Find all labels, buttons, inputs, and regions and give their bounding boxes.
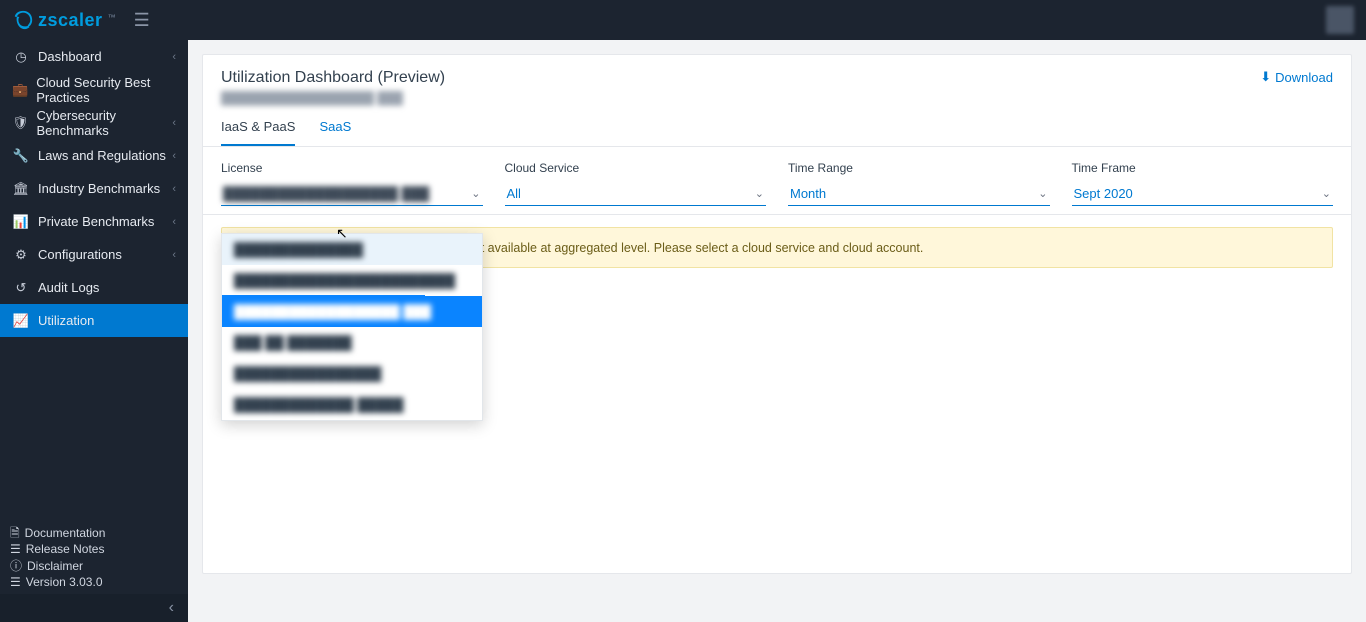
shield-icon: 🛡: [12, 115, 29, 131]
bank-icon: 🏛: [12, 181, 30, 197]
sidebar-item-label: Laws and Regulations: [38, 148, 166, 163]
sidebar-item-industry[interactable]: 🏛 Industry Benchmarks ‹: [0, 172, 188, 205]
download-icon: ⬇: [1260, 69, 1271, 85]
sidebar-item-utilization[interactable]: 📈 Utilization: [0, 304, 188, 337]
cloud-service-value: All: [507, 186, 521, 201]
gauge-icon: ◷: [12, 49, 30, 65]
time-range-value: Month: [790, 186, 826, 201]
footer-version[interactable]: ☰Version 3.03.0: [10, 574, 178, 590]
sidebar-item-label: Industry Benchmarks: [38, 181, 160, 196]
cloud-service-label: Cloud Service: [505, 161, 767, 175]
footer-release-notes[interactable]: ☰Release Notes: [10, 541, 178, 557]
chevron-left-icon: ‹: [172, 117, 176, 129]
time-frame-label: Time Frame: [1072, 161, 1334, 175]
brand-name: zscaler: [38, 10, 103, 31]
sidebar-item-label: Cloud Security Best Practices: [36, 75, 176, 105]
license-select[interactable]: ███████████████████ ███ ⌄: [221, 183, 483, 206]
time-range-select[interactable]: Month ⌄: [788, 183, 1050, 206]
sidebar-item-label: Private Benchmarks: [38, 214, 154, 229]
sidebar-item-label: Audit Logs: [38, 280, 99, 295]
time-frame-value: Sept 2020: [1074, 186, 1133, 201]
bars-icon: 📊: [12, 214, 30, 230]
trademark: ™: [108, 13, 116, 22]
chevron-left-icon: ‹: [172, 183, 176, 195]
license-label: License: [221, 161, 483, 175]
sliders-icon: ⚙: [12, 247, 30, 263]
brand-logo-icon: [12, 9, 34, 31]
sidebar-item-label: Cybersecurity Benchmarks: [37, 108, 173, 138]
utilization-card: Utilization Dashboard (Preview) ████████…: [202, 54, 1352, 574]
page-title: Utilization Dashboard (Preview): [221, 69, 445, 87]
sidebar-item-private[interactable]: 📊 Private Benchmarks ‹: [0, 205, 188, 238]
sidebar-item-label: Utilization: [38, 313, 94, 328]
cloud-service-select[interactable]: All ⌄: [505, 183, 767, 206]
chevron-down-icon: ⌄: [1038, 187, 1047, 200]
doc-icon: 🗎: [10, 525, 20, 541]
footer-documentation[interactable]: 🗎Documentation: [10, 525, 178, 541]
sidebar-collapse[interactable]: ‹: [0, 594, 188, 622]
chevron-down-icon: ⌄: [1322, 187, 1331, 200]
sidebar-item-audit-logs[interactable]: ↺ Audit Logs: [0, 271, 188, 304]
tabs: IaaS & PaaS SaaS: [203, 105, 1351, 147]
brand: zscaler ™: [12, 9, 116, 31]
list-icon: ☰: [10, 541, 21, 557]
license-option[interactable]: ██████████████████ ███: [222, 296, 482, 327]
license-value: ███████████████████ ███: [223, 186, 429, 201]
license-option[interactable]: ███ ██ ███████: [222, 327, 482, 358]
user-avatar[interactable]: [1326, 6, 1354, 34]
nav-list: ◷ Dashboard ‹ 💼 Cloud Security Best Prac…: [0, 40, 188, 337]
filter-cloud-service: Cloud Service All ⌄: [505, 161, 767, 206]
chevron-left-icon: ‹: [169, 599, 174, 617]
license-option[interactable]: █████████████ █████: [222, 389, 482, 420]
footer-disclaimer[interactable]: ⓘDisclaimer: [10, 558, 178, 574]
wrench-icon: 🔧: [12, 148, 30, 164]
license-option[interactable]: ██████████████: [222, 234, 482, 265]
chevron-left-icon: ‹: [172, 150, 176, 162]
line-chart-icon: 📈: [12, 313, 30, 329]
time-frame-select[interactable]: Sept 2020 ⌄: [1072, 183, 1334, 206]
sidebar-item-label: Configurations: [38, 247, 122, 262]
license-option[interactable]: ████████████████████████: [222, 265, 482, 296]
chevron-left-icon: ‹: [172, 51, 176, 63]
chevron-down-icon: ⌄: [471, 187, 480, 200]
license-option[interactable]: ████████████████: [222, 358, 482, 389]
download-button[interactable]: ⬇ Download: [1260, 69, 1333, 85]
time-range-label: Time Range: [788, 161, 1050, 175]
list-icon: ☰: [10, 574, 21, 590]
filter-time-frame: Time Frame Sept 2020 ⌄: [1072, 161, 1334, 206]
sidebar-item-laws[interactable]: 🔧 Laws and Regulations ‹: [0, 139, 188, 172]
chevron-left-icon: ‹: [172, 216, 176, 228]
sidebar-item-dashboard[interactable]: ◷ Dashboard ‹: [0, 40, 188, 73]
filters-bar: License ███████████████████ ███ ⌄ Cloud …: [203, 147, 1351, 215]
filter-license: License ███████████████████ ███ ⌄: [221, 161, 483, 206]
license-dropdown: ██████████████ ████████████████████████ …: [221, 233, 483, 421]
filter-time-range: Time Range Month ⌄: [788, 161, 1050, 206]
download-label: Download: [1275, 70, 1333, 85]
main-content: Utilization Dashboard (Preview) ████████…: [188, 40, 1366, 622]
briefcase-icon: 💼: [12, 82, 28, 98]
sidebar-item-cybersecurity[interactable]: 🛡 Cybersecurity Benchmarks ‹: [0, 106, 188, 139]
page-subtitle: ██████████████████ ███: [221, 91, 445, 105]
hamburger-icon[interactable]: ☰: [134, 10, 150, 31]
tab-saas[interactable]: SaaS: [319, 119, 351, 146]
sidebar-item-configurations[interactable]: ⚙ Configurations ‹: [0, 238, 188, 271]
chevron-left-icon: ‹: [172, 249, 176, 261]
tab-iaas-paas[interactable]: IaaS & PaaS: [221, 119, 295, 146]
sidebar: ◷ Dashboard ‹ 💼 Cloud Security Best Prac…: [0, 40, 188, 622]
sidebar-footer: 🗎Documentation ☰Release Notes ⓘDisclaime…: [0, 519, 188, 594]
sidebar-item-cloud-security[interactable]: 💼 Cloud Security Best Practices: [0, 73, 188, 106]
info-icon: ⓘ: [10, 558, 22, 574]
history-icon: ↺: [12, 280, 30, 296]
chevron-down-icon: ⌄: [755, 187, 764, 200]
sidebar-item-label: Dashboard: [38, 49, 102, 64]
